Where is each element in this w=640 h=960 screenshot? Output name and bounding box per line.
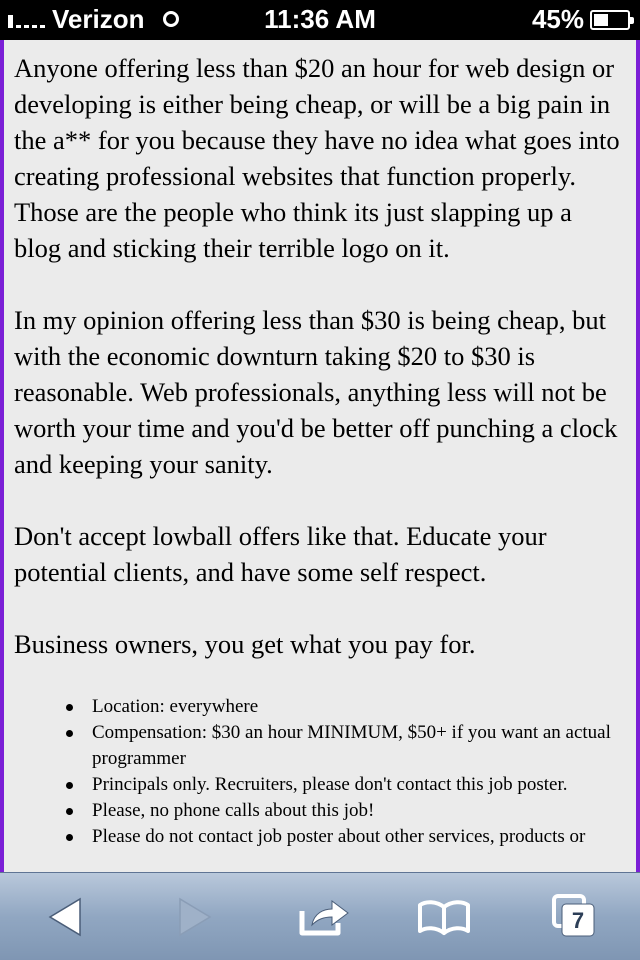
body-paragraph: Business owners, you get what you pay fo…	[14, 629, 476, 659]
forward-button[interactable]	[162, 887, 226, 947]
tabs-count: 7	[572, 908, 584, 933]
share-button[interactable]	[292, 887, 356, 947]
list-item: Location: everywhere	[66, 694, 620, 720]
body-paragraph: In my opinion offering less than $30 is …	[14, 305, 618, 479]
list-item: Please, no phone calls about this job!	[66, 798, 620, 824]
battery-percent: 45%	[531, 4, 584, 34]
share-icon	[299, 900, 349, 936]
battery-icon	[590, 10, 634, 30]
tabs-icon: 7	[552, 894, 595, 937]
body-paragraph: Don't accept lowball offers like that. E…	[14, 521, 547, 587]
list-item: Please do not contact job poster about o…	[66, 824, 620, 850]
battery-level-fill	[594, 14, 608, 26]
job-details-list: Location: everywhere Compensation: $30 a…	[66, 694, 620, 850]
back-button[interactable]	[34, 887, 98, 947]
browser-toolbar: 7	[0, 872, 640, 960]
bookmarks-button[interactable]	[412, 887, 476, 947]
web-page-content[interactable]: Anyone offering less than $20 an hour fo…	[0, 40, 640, 872]
tabs-button[interactable]: 7	[540, 887, 604, 947]
status-bar: Verizon 11:36 AM 45%	[0, 0, 640, 40]
list-item: Principals only. Recruiters, please don'…	[66, 772, 620, 798]
back-arrow-icon	[48, 897, 81, 937]
bookmarks-icon	[418, 900, 470, 935]
forward-arrow-icon	[179, 897, 212, 937]
body-paragraph: Anyone offering less than $20 an hour fo…	[14, 53, 620, 263]
list-item: Compensation: $30 an hour MINIMUM, $50+ …	[66, 720, 620, 772]
